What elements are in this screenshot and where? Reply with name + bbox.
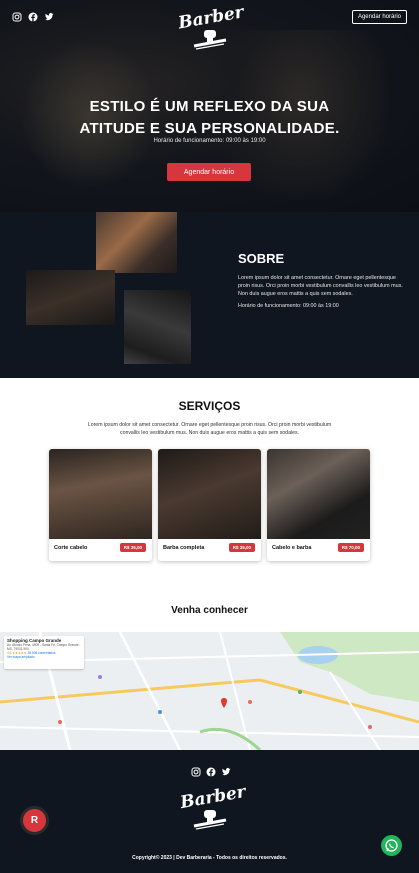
hero-hours: Horário de funcionamento: 09:00 às 19:00 xyxy=(153,138,266,144)
service-name: Cabelo e barba xyxy=(272,545,312,551)
service-photo xyxy=(49,449,152,539)
about-photo-barbershop xyxy=(96,212,177,273)
footer-social-links xyxy=(191,767,231,777)
hero-section: Barber Agendar horário ESTILO É UM REFLE… xyxy=(0,0,419,212)
service-price-badge: R$ 35,00 xyxy=(119,543,146,552)
hero-title-line2: ATITUDE E SUA PERSONALIDADE. xyxy=(79,120,340,137)
service-card-haircut[interactable]: Corte cabelo R$ 35,00 xyxy=(49,449,152,561)
hero-title-line1: ESTILO É UM REFLEXO DA SUA xyxy=(89,98,330,115)
about-photo-haircut xyxy=(26,270,115,325)
service-photo xyxy=(267,449,370,539)
whatsapp-icon xyxy=(385,839,398,852)
facebook-icon[interactable] xyxy=(206,767,216,777)
service-photo xyxy=(158,449,261,539)
chat-avatar-button[interactable]: R xyxy=(20,806,49,835)
service-price-badge: R$ 35,00 xyxy=(228,543,255,552)
about-section: SOBRE Lorem ipsum dolor sit amet consect… xyxy=(0,212,419,378)
map-larger-link[interactable]: Ver mapa ampliado xyxy=(7,655,81,659)
about-hours: Horário de funcionamento: 09:00 às 19:00 xyxy=(238,303,339,309)
service-card-beard[interactable]: Barba completa R$ 35,00 xyxy=(158,449,261,561)
services-title: SERVIÇOS xyxy=(178,399,241,413)
instagram-icon[interactable] xyxy=(191,767,201,777)
barber-logo-footer: Barber xyxy=(179,782,247,836)
services-section: SERVIÇOS Lorem ipsum dolor sit amet cons… xyxy=(0,378,419,632)
service-name: Corte cabelo xyxy=(54,545,88,551)
copyright-text: Copyright© 2023 | Dev Barberaria - Todos… xyxy=(132,855,287,861)
whatsapp-button[interactable] xyxy=(381,835,402,856)
about-text: Lorem ipsum dolor sit amet consectetur. … xyxy=(238,275,403,297)
location-map[interactable]: Shopping Campo Grande Av. Afonso Pena, 4… xyxy=(0,632,419,750)
twitter-icon[interactable] xyxy=(44,12,54,22)
map-place-card: Shopping Campo Grande Av. Afonso Pena, 4… xyxy=(4,636,84,669)
about-title: SOBRE xyxy=(238,251,285,266)
meet-title: Venha conhecer xyxy=(171,605,248,616)
service-price-badge: R$ 70,00 xyxy=(337,543,364,552)
service-card-hair-and-beard[interactable]: Cabelo e barba R$ 70,00 xyxy=(267,449,370,561)
header-social-links xyxy=(12,12,54,22)
facebook-icon[interactable] xyxy=(28,12,38,22)
service-name: Barba completa xyxy=(163,545,205,551)
about-photo-client xyxy=(124,290,191,364)
hero-title: ESTILO É UM REFLEXO DA SUA ATITUDE E SUA… xyxy=(0,96,419,140)
barber-chair-icon xyxy=(193,30,227,50)
instagram-icon[interactable] xyxy=(12,12,22,22)
map-place-address: Av. Afonso Pena, 4909 - Santa Fé, Campo … xyxy=(7,643,81,651)
book-appointment-button-header[interactable]: Agendar horário xyxy=(351,10,407,24)
services-text: Lorem ipsum dolor sit amet consectetur. … xyxy=(87,422,332,436)
footer: Barber R Copyright© 2023 | Dev Barberari… xyxy=(0,750,419,873)
book-appointment-button[interactable]: Agendar horário xyxy=(167,163,251,181)
barber-chair-icon xyxy=(193,810,227,830)
twitter-icon[interactable] xyxy=(221,767,231,777)
barber-logo[interactable]: Barber xyxy=(177,2,245,56)
